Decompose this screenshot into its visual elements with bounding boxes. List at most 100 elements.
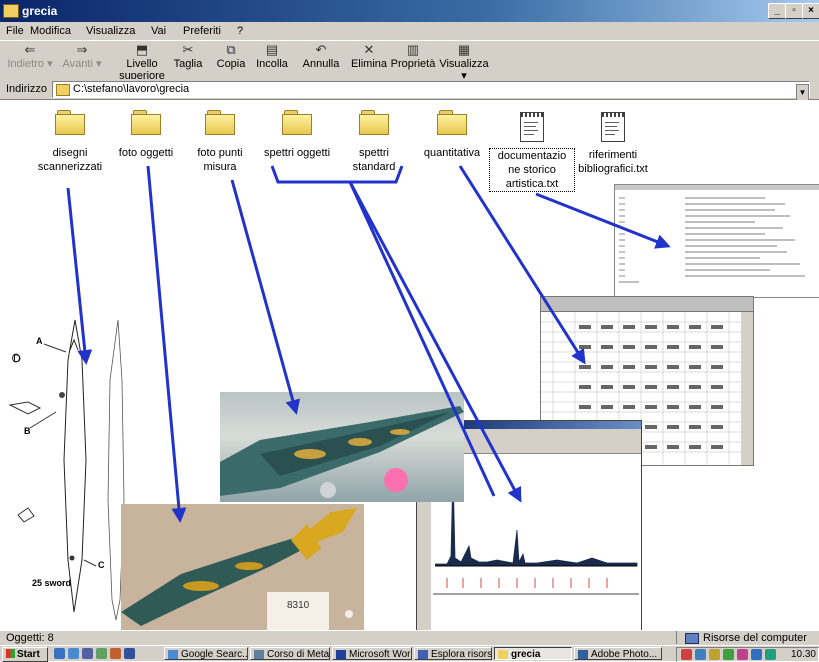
paste-button[interactable]: ▤ Incolla <box>252 42 292 71</box>
drawing-label-c: C <box>98 560 105 570</box>
task-grecia[interactable]: grecia <box>494 647 572 660</box>
menu-vai[interactable]: Vai <box>151 25 166 37</box>
tray-icon[interactable] <box>723 649 734 660</box>
media-icon[interactable] <box>96 648 107 659</box>
clock[interactable]: 10.30 <box>791 648 816 661</box>
sword-drawing-image: D A B C 25 sword <box>0 320 140 630</box>
undo-button[interactable]: ↶ Annulla <box>300 42 342 71</box>
explorer-icon[interactable] <box>124 648 135 659</box>
status-location: Risorse del computer <box>676 631 819 644</box>
menu-visualizza[interactable]: Visualizza <box>86 25 135 37</box>
address-dropdown-button[interactable]: ▼ <box>796 84 809 101</box>
folder-view[interactable]: disegni scannerizzati foto oggetti foto … <box>0 100 819 630</box>
folder-item-spettri-oggetti[interactable]: spettri oggetti <box>254 100 340 160</box>
back-arrow-icon: ⇐ <box>24 42 36 57</box>
drawing-label-a: A <box>36 336 43 346</box>
copy-icon: ⧉ <box>226 42 236 57</box>
explorer-icon <box>418 650 428 659</box>
task-microsoft-word[interactable]: Microsoft Wor... <box>332 647 412 660</box>
folder-icon <box>205 110 235 135</box>
folder-icon <box>3 4 19 18</box>
file-item-riferimenti[interactable]: riferimenti bibliografici.txt <box>570 106 656 176</box>
computer-icon <box>685 633 699 644</box>
folder-icon <box>131 110 161 135</box>
object-photo: 8310 <box>121 504 364 630</box>
drawing-label-d: D <box>13 353 21 365</box>
folder-icon <box>56 84 70 96</box>
tray-icon[interactable] <box>737 649 748 660</box>
back-button[interactable]: ⇐ Indietro ▾ <box>6 42 54 71</box>
explorer-window: grecia _ ▫ × File Modifica Visualizza Va… <box>0 0 819 662</box>
menu-file[interactable]: File <box>6 25 24 37</box>
document-icon <box>254 650 264 659</box>
folder-icon <box>55 110 85 135</box>
paste-icon: ▤ <box>265 42 279 57</box>
task-adobe-photoshop[interactable]: Adobe Photo... <box>574 647 662 660</box>
delete-x-icon: ✕ <box>363 42 375 57</box>
tray-icon[interactable] <box>751 649 762 660</box>
cut-button[interactable]: ✂ Taglia <box>168 42 208 71</box>
photo-tag-number: 8310 <box>287 600 310 611</box>
windows-logo-icon <box>6 649 15 658</box>
views-grid-icon: ▦ <box>457 42 471 57</box>
folder-icon <box>359 110 389 135</box>
browser-icon[interactable] <box>68 648 79 659</box>
up-level-button[interactable]: ⬒ Livello superiore <box>116 42 168 83</box>
file-item-documentazione[interactable]: documentazio ne storico artistica.txt <box>489 106 575 192</box>
address-input[interactable]: C:\stefano\lavoro\grecia ▼ <box>52 81 810 101</box>
address-label: Indirizzo <box>6 83 47 95</box>
delete-button[interactable]: ✕ Elimina <box>348 42 390 71</box>
menu-bar: File Modifica Visualizza Vai Preferiti ? <box>0 22 819 40</box>
drawing-caption: 25 sword <box>32 578 72 588</box>
toolbar: ⇐ Indietro ▾ ⇒ Avanti ▾ ⬒ Livello superi… <box>0 40 819 83</box>
copy-button[interactable]: ⧉ Copia <box>212 42 250 71</box>
desktop-icon[interactable] <box>54 648 65 659</box>
title-bar[interactable]: grecia _ ▫ × <box>0 0 819 22</box>
task-esplora-risorse[interactable]: Esplora risors... <box>414 647 492 660</box>
menu-help[interactable]: ? <box>237 25 243 37</box>
menu-preferiti[interactable]: Preferiti <box>183 25 221 37</box>
views-button[interactable]: ▦ Visualizza ▾ <box>436 42 492 83</box>
drawing-label-b: B <box>24 426 31 436</box>
up-folder-icon: ⬒ <box>135 42 149 57</box>
email-icon[interactable] <box>82 648 93 659</box>
folder-item-foto-punti-misura[interactable]: foto punti misura <box>177 100 263 174</box>
window-title: grecia <box>22 4 58 18</box>
app-icon[interactable] <box>110 648 121 659</box>
maximize-button[interactable]: ▫ <box>785 3 803 19</box>
properties-icon: ▥ <box>406 42 420 57</box>
folder-item-disegni-scannerizzati[interactable]: disegni scannerizzati <box>27 100 113 174</box>
folder-item-spettri-standard[interactable]: spettri standard <box>331 100 417 174</box>
browser-icon <box>168 650 178 659</box>
task-corso-di-meta[interactable]: Corso di Meta... <box>250 647 330 660</box>
word-icon <box>336 650 346 659</box>
text-document-preview <box>614 184 819 298</box>
photoshop-icon <box>578 650 588 659</box>
address-path: C:\stefano\lavoro\grecia <box>73 83 190 95</box>
folder-icon <box>282 110 312 135</box>
minimize-button[interactable]: _ <box>768 3 786 19</box>
tray-icon[interactable] <box>681 649 692 660</box>
folder-item-quantitativa[interactable]: quantitativa <box>409 100 495 160</box>
text-file-icon <box>520 112 544 142</box>
close-button[interactable]: × <box>802 3 819 19</box>
folder-icon <box>437 110 467 135</box>
task-google-search[interactable]: Google Searc... <box>164 647 248 660</box>
taskbar: Start Google Searc... Corso di Meta... M… <box>0 645 819 662</box>
file-label: documentazio ne storico artistica.txt <box>489 148 575 192</box>
folder-icon <box>498 650 508 659</box>
object-count: Oggetti: 8 <box>6 632 54 644</box>
measurement-point-photo <box>220 392 464 502</box>
forward-arrow-icon: ⇒ <box>76 42 88 57</box>
text-file-icon <box>601 112 625 142</box>
scissors-icon: ✂ <box>182 42 194 57</box>
menu-modifica[interactable]: Modifica <box>30 25 71 37</box>
tray-icon[interactable] <box>695 649 706 660</box>
tray-icon[interactable] <box>765 649 776 660</box>
address-bar: Indirizzo C:\stefano\lavoro\grecia ▼ <box>0 79 819 101</box>
undo-icon: ↶ <box>315 42 327 57</box>
forward-button[interactable]: ⇒ Avanti ▾ <box>60 42 104 71</box>
status-bar: Oggetti: 8 Risorse del computer <box>0 630 819 645</box>
properties-button[interactable]: ▥ Proprietà <box>390 42 436 71</box>
tray-icon[interactable] <box>709 649 720 660</box>
